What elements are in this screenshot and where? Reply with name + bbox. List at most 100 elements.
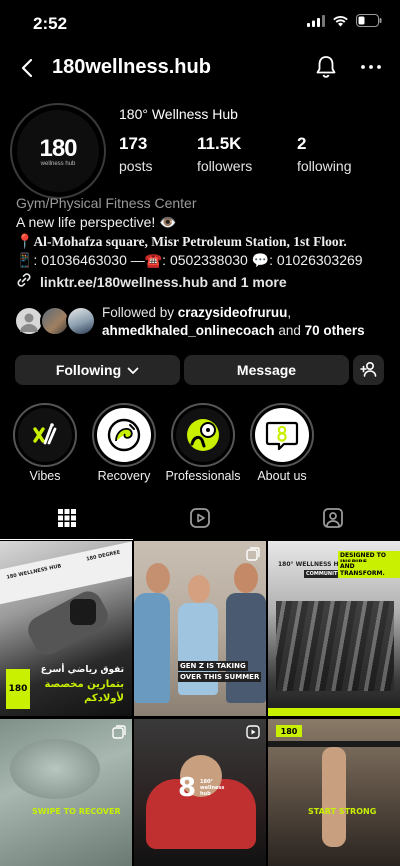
post-3-title-2: AND TRANSFORM. <box>338 562 400 578</box>
tab-tagged[interactable] <box>266 500 399 540</box>
suggest-people-button[interactable] <box>353 355 384 385</box>
link-icon <box>16 272 32 293</box>
status-time: 2:52 <box>33 14 68 33</box>
vibes-icon <box>18 408 72 462</box>
post-thumbnail-1[interactable]: 180 WELLNESS HUB 180 DEGREE تفوق رياضي أ… <box>0 541 132 716</box>
followed-by-others[interactable]: 70 others <box>305 323 365 338</box>
tagged-icon <box>322 507 344 534</box>
post-2-head-2 <box>188 575 210 603</box>
post-5-text: 180° wellness hub <box>200 779 225 797</box>
stat-following-count: 2 <box>297 134 307 153</box>
profile-bio: Gym/Physical Fitness Center A new life p… <box>16 194 388 293</box>
highlight-vibes[interactable]: Vibes <box>13 403 77 483</box>
post-4-text: SWIPE TO RECOVER <box>32 807 121 816</box>
post-6-logo-box: 180 <box>276 725 302 737</box>
profile-header: 180wellness.hub <box>0 50 400 86</box>
post-1-dumbbell <box>23 586 113 660</box>
highlight-recovery[interactable]: Recovery <box>92 403 156 483</box>
bio-link-text: linktr.ee/180wellness.hub and 1 more <box>40 274 287 290</box>
following-button[interactable]: Following <box>15 355 180 385</box>
stat-following-label: following <box>297 158 352 174</box>
profile-display-name: 180° Wellness Hub <box>119 106 238 122</box>
highlight-ring <box>92 403 156 467</box>
followed-by-user-2[interactable]: ahmedkhaled_onlinecoach <box>102 323 275 338</box>
posts-grid: 180 WELLNESS HUB 180 DEGREE تفوق رياضي أ… <box>0 541 400 866</box>
post-2-person-1 <box>134 593 170 703</box>
post-6-text: START STRONG <box>308 807 377 816</box>
post-1-arabic-line-3: لأولادكم <box>84 693 124 704</box>
bell-icon[interactable] <box>314 54 338 80</box>
tab-posts-grid[interactable] <box>0 500 133 540</box>
followed-by-and: and <box>274 323 305 338</box>
avatar-logo: 180 wellness hub <box>17 110 99 192</box>
post-1-weight <box>70 599 96 625</box>
post-1-logo: 180 <box>8 684 28 694</box>
post-6-logo: 180 <box>280 726 298 736</box>
tab-reels[interactable] <box>133 500 266 540</box>
message-button-label: Message <box>236 362 297 378</box>
post-1-arabic-line-1: تفوق رياضي أسرع <box>40 665 124 675</box>
carousel-icon <box>112 725 126 744</box>
post-1-logo-box: 180 <box>6 669 30 709</box>
followed-by-row[interactable]: Followed by crazysideofruruu, ahmedkhale… <box>14 304 394 338</box>
chevron-down-icon <box>127 362 139 378</box>
mutual-avatar-3 <box>66 306 96 336</box>
following-button-label: Following <box>55 362 122 378</box>
stat-followers-count: 11.5K <box>197 134 242 153</box>
stat-posts[interactable]: 173 posts <box>119 134 152 174</box>
battery-icon <box>356 14 382 32</box>
signal-icon <box>307 14 325 32</box>
post-thumbnail-3[interactable]: 180° WELLNESS HUB COMMUNITY DESIGNED TO … <box>268 541 400 716</box>
stat-followers[interactable]: 11.5K followers <box>197 134 252 174</box>
post-2-caption-2: OVER THIS SUMMER <box>178 672 262 682</box>
post-3-accent-bar <box>268 708 400 716</box>
post-1-arabic-line-2: بتمارين مخصصة <box>44 679 124 690</box>
post-3-runners <box>276 601 394 691</box>
highlight-label: About us <box>257 469 307 483</box>
highlight-about-us[interactable]: About us <box>250 403 314 483</box>
bio-link[interactable]: linktr.ee/180wellness.hub and 1 more <box>16 272 388 293</box>
message-button[interactable]: Message <box>184 355 349 385</box>
bio-category: Gym/Physical Fitness Center <box>16 195 197 211</box>
more-options-icon[interactable] <box>358 54 384 80</box>
post-4-water <box>10 739 100 799</box>
stat-following[interactable]: 2 following <box>297 134 351 174</box>
carousel-icon <box>246 547 260 566</box>
post-6-person <box>322 747 346 847</box>
reels-icon <box>189 507 211 534</box>
header-username: 180wellness.hub <box>52 56 211 78</box>
avatar-logo-text: 180 <box>39 135 77 162</box>
highlight-ring <box>171 403 235 467</box>
stat-followers-label: followers <box>197 158 253 174</box>
back-icon[interactable] <box>16 56 40 80</box>
bio-address-line: 📍Al-Mohafza square, Misr Petroleum Stati… <box>16 232 388 251</box>
content-tabs <box>0 500 400 540</box>
active-tab-indicator <box>0 539 133 540</box>
post-thumbnail-6[interactable]: 180 START STRONG <box>268 719 400 866</box>
post-thumbnail-4[interactable]: SWIPE TO RECOVER <box>0 719 132 866</box>
profile-avatar[interactable]: 180 wellness hub <box>10 103 106 199</box>
followed-by-user-1[interactable]: crazysideofruruu <box>178 305 288 320</box>
reel-icon <box>246 725 260 744</box>
bio-address: Al-Mohafza square, Misr Petroleum Statio… <box>33 234 347 249</box>
stat-posts-count: 173 <box>119 134 148 153</box>
post-thumbnail-2[interactable]: GEN Z IS TAKING OVER THIS SUMMER <box>134 541 266 716</box>
avatar-logo-subtext: wellness hub <box>40 161 76 167</box>
highlight-professionals[interactable]: Professionals <box>165 403 241 483</box>
post-2-head-1 <box>146 563 170 593</box>
followed-by-prefix: Followed by <box>102 305 178 320</box>
highlight-ring <box>250 403 314 467</box>
post-2-person-3 <box>226 593 266 703</box>
post-thumbnail-5[interactable]: 8 180° wellness hub <box>134 719 266 866</box>
status-icons <box>307 14 382 32</box>
followed-by-separator: , <box>287 305 292 320</box>
recovery-icon <box>97 408 151 462</box>
add-person-icon <box>359 360 378 381</box>
post-5-logo: 8 <box>178 773 197 803</box>
stat-posts-label: posts <box>119 158 153 174</box>
about-us-icon <box>255 408 309 462</box>
status-bar: 2:52 <box>0 0 400 46</box>
mutual-avatars <box>14 306 98 336</box>
post-2-head-3 <box>234 563 258 593</box>
grid-icon <box>57 508 77 533</box>
